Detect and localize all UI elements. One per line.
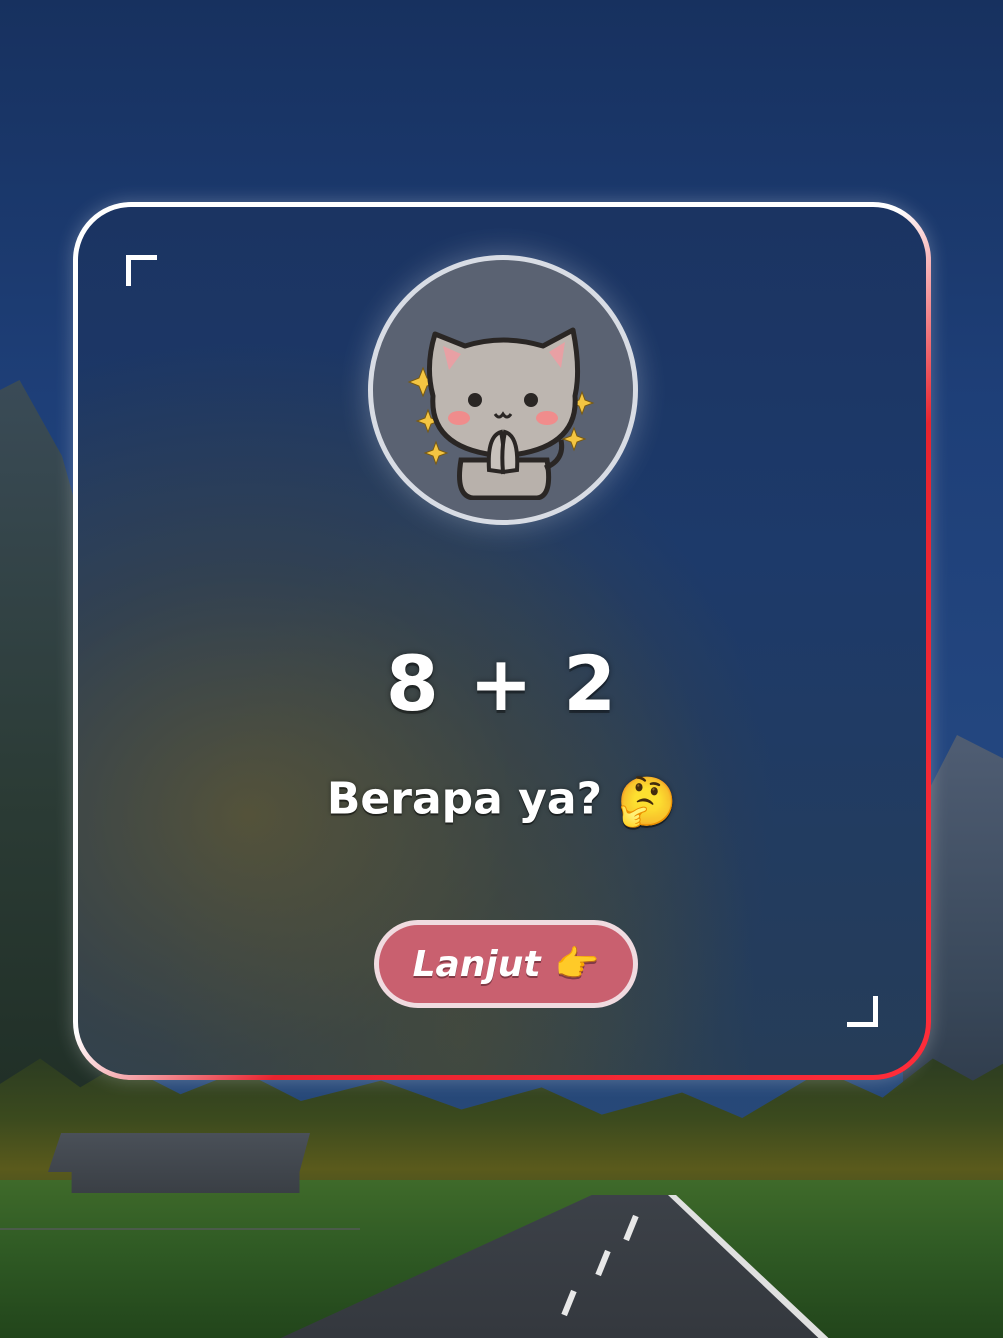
pointing-right-hand-icon: 👉 xyxy=(554,944,600,985)
prompt-text: Berapa ya? xyxy=(326,773,603,825)
fence xyxy=(0,1228,360,1338)
corner-bracket-top-left xyxy=(126,255,157,286)
question-prompt: Berapa ya? 🤔 xyxy=(78,773,926,831)
quiz-card-body: 8 + 2 Berapa ya? 🤔 Lanjut 👉 xyxy=(78,207,926,1075)
math-question: 8 + 2 xyxy=(385,639,619,728)
cute-cat-praying-icon xyxy=(407,327,595,500)
quiz-card: 8 + 2 Berapa ya? 🤔 Lanjut 👉 xyxy=(73,202,931,1080)
next-button[interactable]: Lanjut 👉 xyxy=(374,920,638,1008)
thinking-face-icon: 🤔 xyxy=(617,774,678,830)
corner-bracket-bottom-right xyxy=(847,996,878,1027)
barn xyxy=(48,1133,310,1193)
next-button-label: Lanjut xyxy=(412,943,541,985)
avatar xyxy=(368,255,638,525)
